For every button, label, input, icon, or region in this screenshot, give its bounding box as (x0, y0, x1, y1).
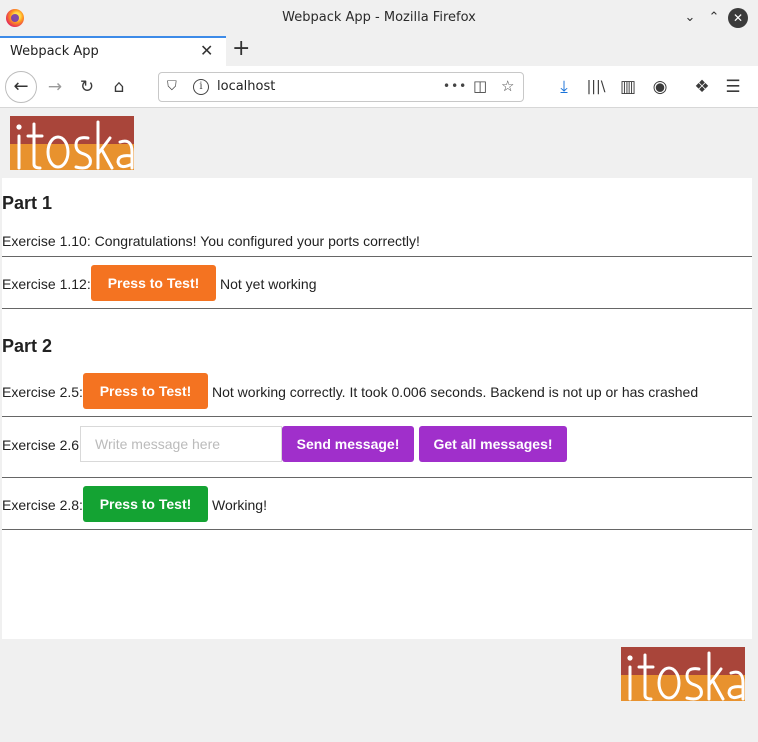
navigation-toolbar: ← → ↻ ⌂ ⛉ i localhost ••• ◫ ☆ ⤓ |||\ ▥ ◉… (0, 66, 758, 108)
url-bar[interactable]: ⛉ i localhost ••• ◫ ☆ (158, 72, 524, 102)
exercise-1-12-label: Exercise 1.12: (2, 276, 91, 292)
exercise-2-5-label: Exercise 2.5: (2, 384, 83, 400)
exercise-2-5-status: Not working correctly. It took 0.006 sec… (212, 384, 699, 400)
download-icon[interactable]: ⤓ (552, 75, 576, 99)
exercise-1-12-row: Exercise 1.12: Press to Test! Not yet wo… (2, 265, 752, 301)
exercise-2-5-test-button[interactable]: Press to Test! (83, 373, 208, 409)
url-text[interactable]: localhost (217, 79, 275, 94)
exercise-1-12-test-button[interactable]: Press to Test! (91, 265, 216, 301)
menu-icon[interactable]: ☰ (721, 75, 745, 99)
extensions-icon[interactable]: ❖ (690, 75, 714, 99)
message-input[interactable]: Write message here (80, 426, 282, 462)
minimize-button[interactable]: ⌄ (680, 8, 700, 28)
exercise-2-8-label: Exercise 2.8: (2, 497, 83, 513)
get-all-messages-button[interactable]: Get all messages! (419, 426, 567, 462)
exercise-2-5-row: Exercise 2.5: Press to Test! Not working… (2, 373, 752, 409)
forward-icon[interactable]: → (43, 75, 67, 99)
exercise-2-8-status: Working! (212, 497, 267, 513)
divider (2, 308, 752, 309)
reload-icon[interactable]: ↻ (75, 75, 99, 99)
exercise-2-6-row: Exercise 2.6: Write message here Send me… (2, 426, 752, 462)
divider (2, 477, 752, 478)
bookmark-star-icon[interactable]: ☆ (501, 77, 514, 95)
exercise-2-8-row: Exercise 2.8: Press to Test! Working! (2, 486, 752, 522)
itoska-logo-footer (621, 647, 745, 701)
home-icon[interactable]: ⌂ (107, 75, 131, 99)
library-icon[interactable]: |||\ (584, 75, 608, 99)
divider (2, 529, 752, 530)
window-titlebar: Webpack App - Mozilla Firefox ⌄ ⌃ ✕ (0, 0, 758, 36)
tab-webpack-app[interactable]: Webpack App ✕ (0, 36, 226, 66)
part2-heading: Part 2 (2, 336, 53, 356)
maximize-button[interactable]: ⌃ (704, 8, 724, 28)
tab-strip: Webpack App ✕ + (0, 36, 758, 66)
divider (2, 416, 752, 417)
page-actions-icon[interactable]: ••• (443, 79, 467, 93)
exercise-1-10-text: Exercise 1.10: Congratulations! You conf… (2, 233, 420, 249)
new-tab-button[interactable]: + (232, 37, 250, 61)
part1-heading: Part 1 (2, 193, 53, 213)
main-content: Part 1 Exercise 1.10: Congratulations! Y… (2, 178, 752, 639)
account-icon[interactable]: ◉ (648, 75, 672, 99)
itoska-logo (10, 116, 134, 170)
pocket-icon[interactable]: ◫ (473, 77, 487, 95)
shield-icon[interactable]: ⛉ (167, 79, 177, 94)
send-message-button[interactable]: Send message! (282, 426, 414, 462)
back-icon[interactable]: ← (5, 71, 37, 103)
page-viewport: Part 1 Exercise 1.10: Congratulations! Y… (2, 108, 752, 742)
window-title: Webpack App - Mozilla Firefox (282, 10, 476, 25)
tab-close-icon[interactable]: ✕ (200, 41, 213, 60)
exercise-1-12-status: Not yet working (220, 276, 317, 292)
exercise-2-6-label: Exercise 2.6: (2, 437, 83, 453)
sidebar-icon[interactable]: ▥ (616, 75, 640, 99)
exercise-2-8-test-button[interactable]: Press to Test! (83, 486, 208, 522)
info-icon[interactable]: i (193, 79, 209, 95)
divider (2, 256, 752, 257)
close-window-button[interactable]: ✕ (728, 8, 748, 28)
tab-label: Webpack App (10, 44, 99, 59)
